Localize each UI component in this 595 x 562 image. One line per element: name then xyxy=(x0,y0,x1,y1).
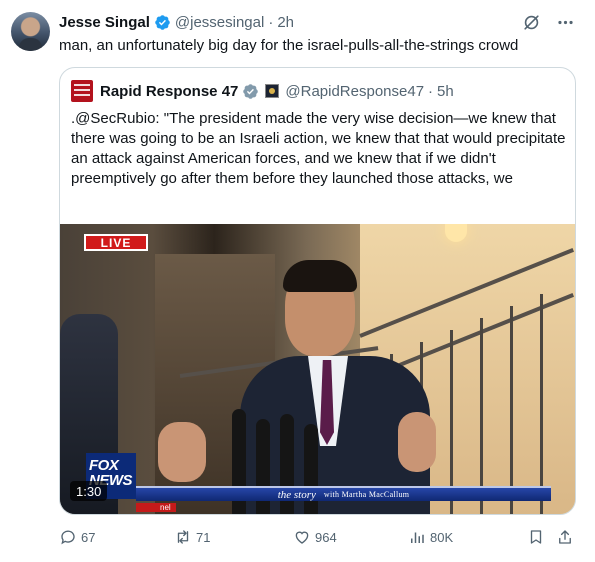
quoted-post-timestamp: 5h xyxy=(437,82,454,100)
like-button[interactable]: 964 xyxy=(293,527,337,547)
views-chart-icon xyxy=(411,532,424,543)
views-button[interactable]: 80K xyxy=(408,527,453,547)
share-button[interactable] xyxy=(556,527,574,547)
repost-count: 71 xyxy=(196,529,211,545)
like-count: 964 xyxy=(315,529,337,545)
reply-icon xyxy=(61,530,75,545)
post-text: man, an unfortunately big day for the is… xyxy=(59,37,519,54)
repost-icon xyxy=(177,530,189,544)
live-badge: LIVE xyxy=(84,234,148,251)
reply-count: 67 xyxy=(81,529,96,545)
news-chyron: the story with Martha MacCallum xyxy=(136,486,551,501)
government-affiliation-icon xyxy=(265,84,280,98)
quoted-post-header: Rapid Response 47 @RapidResponse47 · 5h xyxy=(71,80,454,102)
verified-badge-icon xyxy=(154,14,171,31)
bookmark-button[interactable] xyxy=(527,527,545,547)
grok-icon[interactable] xyxy=(521,12,541,32)
engagement-bar: 67 71 964 80K xyxy=(59,527,579,547)
post-top-actions xyxy=(521,12,575,32)
quoted-post-text: .@SecRubio: "The president made the very… xyxy=(71,110,566,187)
quoted-author-handle: @RapidResponse47 xyxy=(285,82,425,100)
channel-bar: nel xyxy=(136,503,176,512)
heart-icon xyxy=(295,531,309,544)
separator-dot: · xyxy=(268,13,274,31)
view-count: 80K xyxy=(430,529,454,545)
video-duration: 1:30 xyxy=(70,481,108,501)
chyron-show-name: the story xyxy=(277,488,316,501)
microphone-icon xyxy=(304,424,318,514)
more-icon[interactable] xyxy=(555,12,575,32)
reply-button[interactable]: 67 xyxy=(59,527,95,547)
post: Jesse Singal @jessesingal · 2h man, an u… xyxy=(0,0,595,562)
post-timestamp[interactable]: 2h xyxy=(277,14,294,31)
share-icon xyxy=(559,530,571,544)
author-name[interactable]: Jesse Singal xyxy=(59,14,150,31)
quoted-post[interactable]: Rapid Response 47 @RapidResponse47 · 5h … xyxy=(59,67,576,515)
author-handle[interactable]: @jessesingal xyxy=(175,14,264,31)
chyron-host-name: with Martha MacCallum xyxy=(323,490,410,499)
separator-dot: · xyxy=(428,82,434,100)
quoted-author-avatar xyxy=(71,80,93,102)
repost-button[interactable]: 71 xyxy=(174,527,210,547)
gray-verified-badge-icon xyxy=(242,83,259,100)
quoted-author-name: Rapid Response 47 xyxy=(100,82,239,100)
bookmark-icon xyxy=(530,530,542,544)
post-header: Jesse Singal @jessesingal · 2h xyxy=(59,12,294,32)
video-player[interactable]: LIVE FOX NEWS the story with Martha MacC… xyxy=(60,224,575,514)
author-avatar[interactable] xyxy=(11,12,50,51)
